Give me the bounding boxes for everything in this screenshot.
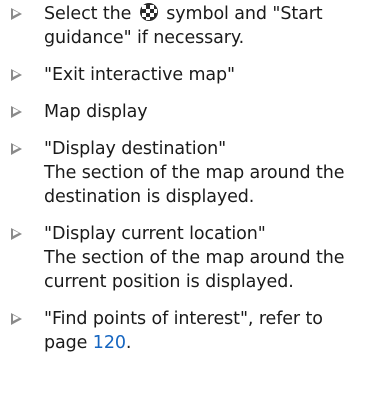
list-item-line: Map display <box>44 102 148 122</box>
list-item-line: current position is displayed. <box>44 272 294 292</box>
list-item-line: page 120. <box>44 331 391 355</box>
arrow-bullet-icon <box>11 143 22 155</box>
list-item-line: "Find points of interest", refer to <box>44 309 323 329</box>
text-segment: page <box>44 333 88 353</box>
arrow-bullet-icon <box>11 313 22 325</box>
text-segment: Select the <box>44 4 132 24</box>
text-segment: symbol and "Start <box>166 4 323 24</box>
list-item-exit-interactive-map: "Exit interactive map" <box>0 63 391 87</box>
list-item-map-display: Map display <box>0 100 391 124</box>
list-item-start-guidance: Select the symbol and "Start guidance" i… <box>0 2 391 50</box>
list-item-line: "Display destination" <box>44 139 227 159</box>
arrow-bullet-icon <box>11 228 22 240</box>
list-item-line: The section of the map around the <box>44 163 345 183</box>
arrow-bullet-icon <box>11 69 22 81</box>
list-item-find-points-of-interest: "Find points of interest", refer to page… <box>0 307 391 355</box>
instruction-list: Select the symbol and "Start guidance" i… <box>0 2 391 355</box>
list-item-line: The section of the map around the <box>44 248 345 268</box>
list-item-display-destination: "Display destination" The section of the… <box>0 137 391 209</box>
arrow-bullet-icon <box>11 8 22 20</box>
list-item-line: "Exit interactive map" <box>44 65 236 85</box>
checkered-flag-icon <box>139 3 158 21</box>
list-item-line: destination is displayed. <box>44 187 255 207</box>
text-segment: . <box>125 333 132 353</box>
list-item-line: Select the symbol and "Start <box>44 2 391 26</box>
list-item-line: guidance" if necessary. <box>44 28 245 48</box>
list-item-display-current-location: "Display current location" The section o… <box>0 222 391 294</box>
arrow-bullet-icon <box>11 106 22 118</box>
page-reference-link[interactable]: 120 <box>93 333 126 353</box>
list-item-line: "Display current location" <box>44 224 266 244</box>
